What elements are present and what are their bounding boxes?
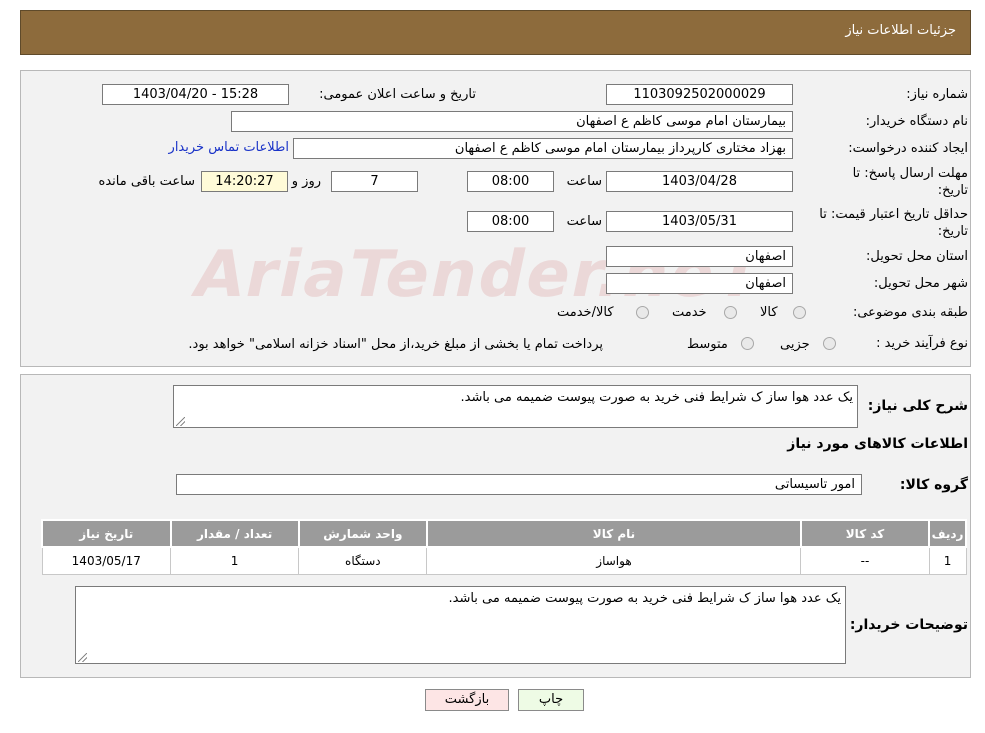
buyer-contact-link[interactable]: اطلاعات تماس خریدار xyxy=(169,140,289,155)
category-option-goods-service: کالا/خدمت xyxy=(557,305,614,320)
deadline-date-field: 1403/04/28 xyxy=(606,171,793,192)
goods-group-label: گروه کالا: xyxy=(899,477,968,493)
category-option-service: خدمت xyxy=(672,305,707,320)
requester-label: ایجاد کننده درخواست: xyxy=(848,141,968,156)
deadline-label-date: تاریخ: xyxy=(937,183,968,198)
cell-row-number: 1 xyxy=(928,546,967,575)
col-header-goods-name: نام کالا xyxy=(425,519,802,548)
goods-info-title: اطلاعات کالاهای مورد نیاز xyxy=(787,436,968,452)
process-radio-minor[interactable] xyxy=(823,337,836,350)
category-radio-service[interactable] xyxy=(724,306,737,319)
need-number-field: 1103092502000029 xyxy=(606,84,793,105)
goods-group-field: امور تاسیساتی xyxy=(176,474,862,495)
deadline-time-label: ساعت xyxy=(566,174,602,189)
col-header-goods-code: کد کالا xyxy=(799,519,931,548)
page-title: جزئیات اطلاعات نیاز xyxy=(845,23,956,38)
deadline-label: مهلت ارسال پاسخ: تا xyxy=(852,166,968,181)
cell-unit: دستگاه xyxy=(298,546,428,575)
process-label: نوع فرآیند خرید : xyxy=(876,336,968,351)
process-option-minor: جزیی xyxy=(780,337,810,352)
validity-date-field: 1403/05/31 xyxy=(606,211,793,232)
print-button[interactable]: چاپ xyxy=(518,689,584,711)
resize-grip-icon[interactable] xyxy=(176,417,185,426)
category-label: طبقه بندی موضوعی: xyxy=(852,305,968,320)
category-radio-goods[interactable] xyxy=(793,306,806,319)
process-option-medium: متوسط xyxy=(687,337,728,352)
buyer-org-label: نام دستگاه خریدار: xyxy=(865,114,968,129)
buyer-notes-text: یک عدد هوا ساز ک شرایط فنی خرید به صورت … xyxy=(448,591,841,606)
province-field: اصفهان xyxy=(606,246,793,267)
cell-quantity: 1 xyxy=(170,546,300,575)
validity-label-date: تاریخ: xyxy=(937,224,968,239)
back-button[interactable]: بازگشت xyxy=(425,689,509,711)
days-label: روز و xyxy=(291,174,321,189)
process-radio-medium[interactable] xyxy=(741,337,754,350)
buyer-org-field: بیمارستان امام موسی کاظم ع اصفهان xyxy=(231,111,793,132)
buyer-notes-label: توضیحات خریدار: xyxy=(849,617,968,633)
table-row: 1 -- هواساز دستگاه 1 1403/05/17 xyxy=(41,546,967,575)
province-label: استان محل تحویل: xyxy=(866,249,968,264)
city-label: شهر محل تحویل: xyxy=(873,276,968,291)
validity-label: حداقل تاریخ اعتبار قیمت: تا xyxy=(819,207,968,222)
cell-need-date: 1403/05/17 xyxy=(41,546,172,575)
category-option-goods: کالا xyxy=(760,305,778,320)
announce-datetime-field: 1403/04/20 - 15:28 xyxy=(102,84,289,105)
page-header: جزئیات اطلاعات نیاز xyxy=(20,10,971,55)
cell-goods-code: -- xyxy=(800,546,930,575)
table-header-row: ردیف کد کالا نام کالا واحد شمارش تعداد /… xyxy=(41,519,967,548)
announce-label: تاریخ و ساعت اعلان عمومی: xyxy=(319,87,476,102)
summary-label: شرح کلی نیاز: xyxy=(867,398,968,414)
city-field: اصفهان xyxy=(606,273,793,294)
remaining-time-field: 14:20:27 xyxy=(201,171,288,192)
col-header-quantity: تعداد / مقدار xyxy=(169,519,300,548)
remaining-days-field: 7 xyxy=(331,171,418,192)
summary-textarea[interactable]: یک عدد هوا ساز ک شرایط فنی خرید به صورت … xyxy=(173,385,858,428)
deadline-time-field: 08:00 xyxy=(467,171,554,192)
col-header-unit: واحد شمارش xyxy=(297,519,428,548)
resize-grip-icon[interactable] xyxy=(78,653,87,662)
col-header-need-date: تاریخ نیاز xyxy=(41,519,172,548)
process-note: پرداخت تمام یا بخشی از مبلغ خرید،از محل … xyxy=(188,337,603,352)
need-number-label: شماره نیاز: xyxy=(906,87,968,102)
cell-goods-name: هواساز xyxy=(426,546,802,575)
validity-time-field: 08:00 xyxy=(467,211,554,232)
validity-time-label: ساعت xyxy=(566,214,602,229)
requester-field: بهزاد مختاری کارپرداز بیمارستان امام موس… xyxy=(293,138,793,159)
col-header-row-number: ردیف xyxy=(928,519,967,548)
category-radio-goods-service[interactable] xyxy=(636,306,649,319)
goods-table: ردیف کد کالا نام کالا واحد شمارش تعداد /… xyxy=(41,519,967,575)
summary-text: یک عدد هوا ساز ک شرایط فنی خرید به صورت … xyxy=(460,390,853,405)
remaining-time-label: ساعت باقی مانده xyxy=(98,174,195,189)
buyer-notes-textarea[interactable]: یک عدد هوا ساز ک شرایط فنی خرید به صورت … xyxy=(75,586,846,664)
